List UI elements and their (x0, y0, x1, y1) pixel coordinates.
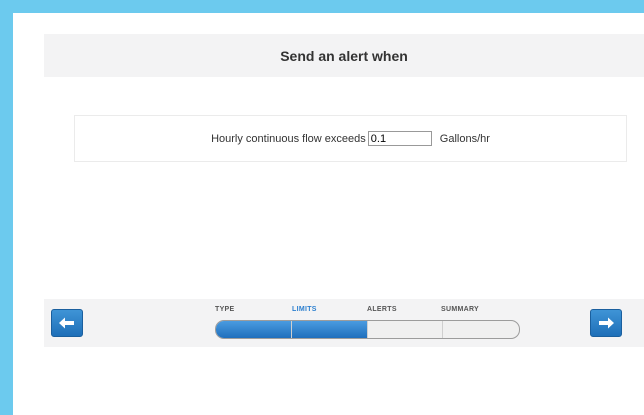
alert-wizard-panel: Send an alert when Hourly continuous flo… (13, 13, 644, 415)
step-divider (442, 321, 443, 338)
step-divider (367, 321, 368, 338)
arrow-left-icon (59, 317, 74, 329)
step-label-limits: LIMITS (292, 306, 317, 313)
condition-row: Hourly continuous flow exceeds Gallons/h… (74, 115, 627, 162)
step-divider (291, 321, 292, 338)
flow-threshold-input[interactable] (367, 131, 432, 146)
step-label-alerts: ALERTS (367, 306, 397, 313)
arrow-right-icon (599, 317, 614, 329)
back-button[interactable] (51, 309, 83, 337)
window-frame-top (0, 0, 644, 13)
window-frame-left (0, 0, 13, 415)
step-label-summary: SUMMARY (441, 306, 480, 313)
step-label-type: TYPE (215, 306, 235, 313)
wizard-steps: TYPE LIMITS ALERTS SUMMARY (215, 305, 520, 345)
page-title: Send an alert when (280, 47, 408, 64)
next-button[interactable] (590, 309, 622, 337)
condition-label: Hourly continuous flow exceeds (211, 132, 366, 145)
wizard-navigation-bar: TYPE LIMITS ALERTS SUMMARY (44, 299, 644, 347)
wizard-progress-track (215, 320, 520, 339)
condition-units: Gallons/hr (439, 132, 490, 145)
section-header: Send an alert when (44, 34, 644, 77)
